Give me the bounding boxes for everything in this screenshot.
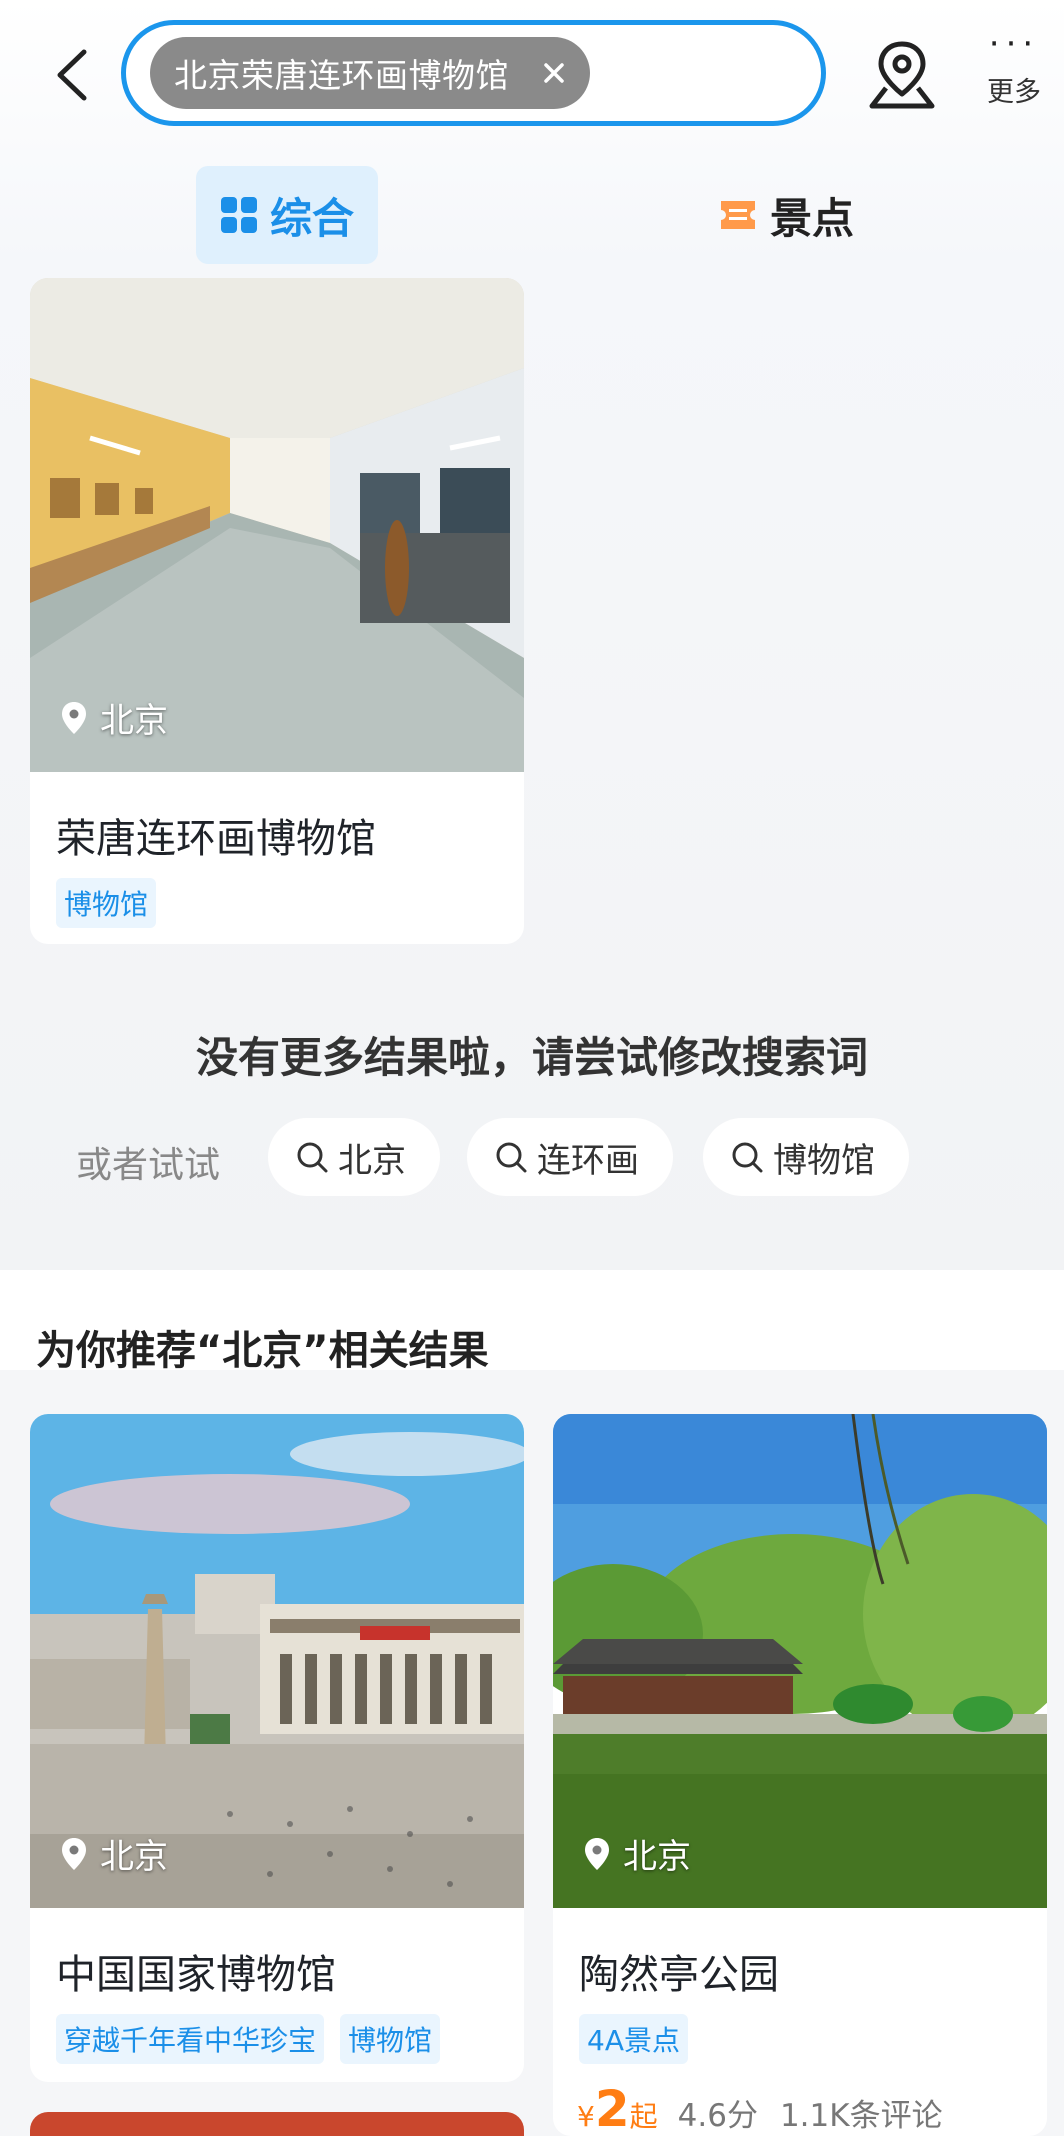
more-label: 更多 [987,77,1041,108]
tag: 博物馆 [56,878,157,928]
suggestion-text: 连环画 [537,1140,639,1181]
back-button[interactable] [40,40,110,110]
suggestion-chip-museum[interactable]: 博物馆 [703,1118,909,1196]
close-icon[interactable] [536,55,572,91]
recommend-photo: 北京 [553,1414,1047,1908]
recommend-card[interactable]: 北京 中国国家博物馆 穿越千年看中华珍宝 博物馆 [30,1414,524,2082]
search-input[interactable]: 北京荣唐连环画博物馆 [121,20,826,126]
location-pin-icon [62,701,86,734]
tag: 4A景点 [579,2014,688,2064]
chevron-left-icon [57,49,87,101]
suggestion-text: 北京 [338,1140,406,1181]
location-text: 北京 [623,1837,691,1877]
tab-attractions-label: 景点 [770,193,855,243]
location-pin-icon [585,1837,609,1870]
grid-icon [220,197,257,233]
price-value: 2 [594,2080,630,2136]
location-label: 北京 [60,1829,168,1878]
tab-comprehensive[interactable]: 综合 [196,166,378,264]
rating-score: 4.6分 [677,2098,758,2134]
recommendation-title: 为你推荐“北京”相关结果 [36,1328,489,1374]
result-photo: 北京 [30,278,524,772]
location-text: 北京 [100,701,168,741]
search-icon [297,1142,328,1173]
next-card-peek [30,2112,524,2136]
recommend-tags: 穿越千年看中华珍宝 博物馆 [56,2014,524,2064]
search-keyword-chip[interactable]: 北京荣唐连环画博物馆 [150,37,590,109]
suggestion-text: 博物馆 [773,1140,875,1181]
suggestion-chip-beijing[interactable]: 北京 [268,1118,440,1196]
price-suffix: 起 [629,2100,658,2133]
search-icon [496,1142,527,1173]
try-label: 或者试试 [76,1145,221,1186]
recommend-photo: 北京 [30,1414,524,1908]
review-count: 1.1K条评论 [779,2098,943,2134]
recommend-title: 陶然亭公园 [579,1952,779,1998]
result-tags: 博物馆 [56,878,524,928]
location-pin-icon [62,1837,86,1870]
search-icon [732,1142,763,1173]
price-row: ¥ 2 起 4.6分 1.1K条评论 [577,2080,1047,2136]
map-pin-icon [869,41,935,109]
ticket-icon [721,201,755,229]
map-button[interactable] [862,36,942,116]
location-text: 北京 [100,1837,168,1877]
search-header: 北京荣唐连环画博物馆 ··· 更多 [0,0,1064,150]
tab-attractions[interactable]: 景点 [718,170,878,260]
location-label: 北京 [60,693,168,742]
more-button[interactable]: ··· 更多 [976,24,1052,124]
result-title: 荣唐连环画博物馆 [56,816,376,862]
tab-comprehensive-label: 综合 [269,193,354,243]
no-more-results-message: 没有更多结果啦，请尝试修改搜索词 [195,1033,868,1082]
more-dots-icon: ··· [988,24,1040,64]
recommend-card[interactable]: 北京 陶然亭公园 4A景点 ¥ 2 起 4.6分 1.1K条评论 [553,1414,1047,2136]
recommend-tags: 4A景点 [579,2014,1047,2064]
recommend-title: 中国国家博物馆 [56,1952,336,1998]
tag: 穿越千年看中华珍宝 [56,2014,325,2064]
tag: 博物馆 [340,2014,441,2064]
suggestion-chip-comics[interactable]: 连环画 [467,1118,673,1196]
price-symbol: ¥ [577,2100,595,2133]
search-chip-text: 北京荣唐连环画博物馆 [174,56,509,95]
location-label: 北京 [583,1829,691,1878]
result-card[interactable]: 北京 荣唐连环画博物馆 博物馆 [30,278,524,944]
